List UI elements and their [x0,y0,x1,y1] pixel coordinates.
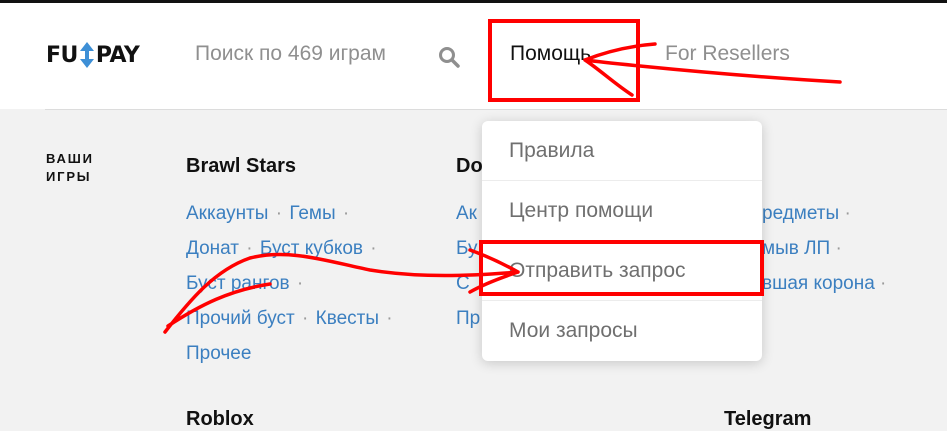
site-header [0,3,947,109]
partial-link-crown[interactable]: вшая корона · [762,266,886,301]
nav-for-resellers[interactable]: For Resellers [665,42,790,66]
header-divider [45,109,947,110]
partial-link[interactable]: Бу [456,231,478,266]
link-gems[interactable]: Гемы [289,203,335,224]
funpay-logo[interactable]: FU PAY [46,40,140,70]
logo-arrows-icon [79,42,95,68]
link-accounts[interactable]: Аккаунты [186,203,268,224]
link-other-boost[interactable]: Прочий буст [186,308,295,329]
menu-item-my-requests[interactable]: Мои запросы [482,301,762,361]
game-title-partial[interactable]: Do [456,155,483,178]
menu-item-rules[interactable]: Правила [482,121,762,181]
logo-text-left: FU [46,42,78,68]
game-title-brawl-stars[interactable]: Brawl Stars [186,155,296,178]
link-quests[interactable]: Квесты [316,308,379,329]
logo-text-right: PAY [95,42,140,68]
link-rank-boost[interactable]: Буст рангов [186,273,290,294]
partial-link[interactable]: Ак [456,196,477,231]
partial-link[interactable]: Пр [456,301,480,336]
brawl-stars-links: Аккаунты · Гемы · Донат · Буст кубков · … [186,203,393,364]
link-donate[interactable]: Донат [186,238,239,259]
partial-link-lp[interactable]: мыв ЛП · [762,231,842,266]
your-games-label: ВАШИ ИГРЫ [46,151,94,184]
nav-help-menu[interactable]: Помощь [510,42,591,66]
game-title-telegram[interactable]: Telegram [724,408,811,431]
search-icon[interactable] [437,45,461,69]
game-title-roblox[interactable]: Roblox [186,408,254,431]
partial-link-items[interactable]: редметы · [762,196,851,231]
search-input[interactable]: Поиск по 469 играм [195,42,386,66]
menu-item-send-request[interactable]: Отправить запрос [482,241,762,301]
help-dropdown-menu: Правила Центр помощи Отправить запрос Мо… [482,121,762,361]
link-trophy-boost[interactable]: Буст кубков [260,238,363,259]
menu-item-help-center[interactable]: Центр помощи [482,181,762,241]
link-other[interactable]: Прочее [186,343,251,364]
partial-link[interactable]: С [456,266,470,301]
